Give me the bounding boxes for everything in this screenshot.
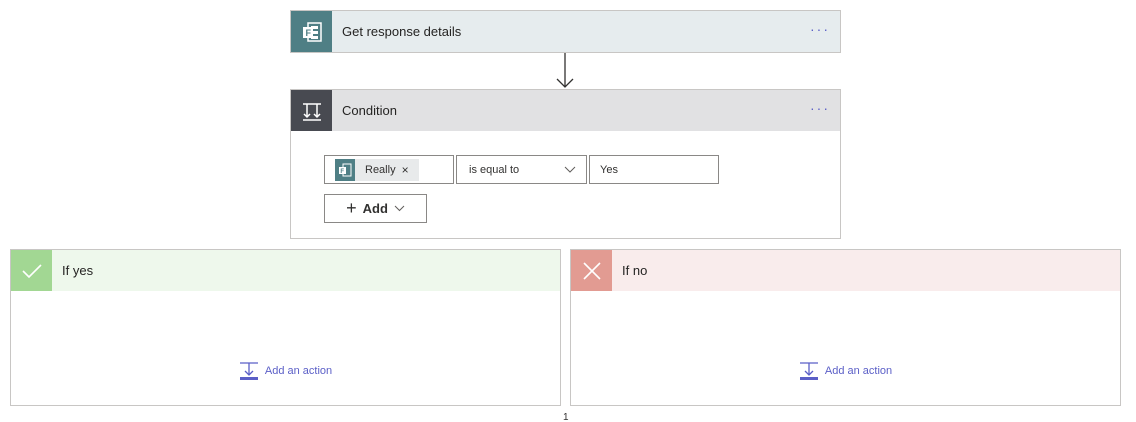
flow-canvas: F Get response details ··· Condition ···… — [0, 0, 1136, 422]
chevron-down-icon — [394, 205, 405, 212]
more-options-icon[interactable]: ··· — [810, 22, 830, 36]
remove-token-icon[interactable]: × — [402, 163, 409, 177]
card-header[interactable]: F Get response details ··· — [291, 11, 840, 52]
operand-value: Yes — [600, 163, 618, 176]
svg-text:F: F — [305, 28, 311, 38]
plus-icon: + — [346, 198, 357, 218]
add-action-icon — [239, 361, 259, 381]
condition-icon — [291, 90, 332, 131]
condition-card[interactable]: Condition ··· F Really × is equal to Yes… — [290, 89, 841, 239]
add-action-icon — [799, 361, 819, 381]
condition-left-operand[interactable]: F Really × — [324, 155, 454, 184]
add-condition-button[interactable]: + Add — [324, 194, 427, 223]
close-icon — [571, 250, 612, 291]
dynamic-content-token[interactable]: F Really × — [335, 158, 419, 181]
connector-mark: 1 — [563, 412, 569, 422]
card-title: If yes — [62, 263, 94, 278]
get-response-details-card[interactable]: F Get response details ··· — [290, 10, 841, 53]
add-label: Add — [362, 201, 388, 216]
condition-right-operand[interactable]: Yes — [589, 155, 719, 184]
add-action-label: Add an action — [824, 365, 893, 377]
card-header[interactable]: If no — [571, 250, 1120, 291]
add-action-label: Add an action — [264, 365, 333, 377]
forms-icon: F — [291, 11, 332, 52]
card-header[interactable]: Condition ··· — [291, 90, 840, 131]
add-an-action-button[interactable]: Add an action — [571, 361, 1120, 381]
checkmark-icon — [11, 250, 52, 291]
chevron-down-icon — [564, 166, 576, 173]
add-an-action-button[interactable]: Add an action — [11, 361, 560, 381]
condition-row: F Really × is equal to Yes — [324, 155, 719, 184]
card-title: Get response details — [342, 24, 462, 39]
token-label: Really — [365, 163, 396, 176]
svg-text:F: F — [340, 169, 344, 175]
operator-select[interactable]: is equal to — [456, 155, 587, 184]
arrow-down-icon — [556, 53, 574, 88]
if-yes-branch[interactable]: If yes Add an action — [10, 249, 561, 406]
more-options-icon[interactable]: ··· — [810, 101, 830, 115]
card-title: If no — [622, 263, 648, 278]
if-no-branch[interactable]: If no Add an action — [570, 249, 1121, 406]
card-header[interactable]: If yes — [11, 250, 560, 291]
card-title: Condition — [342, 103, 397, 118]
forms-icon: F — [335, 158, 355, 181]
operator-value: is equal to — [469, 163, 520, 176]
